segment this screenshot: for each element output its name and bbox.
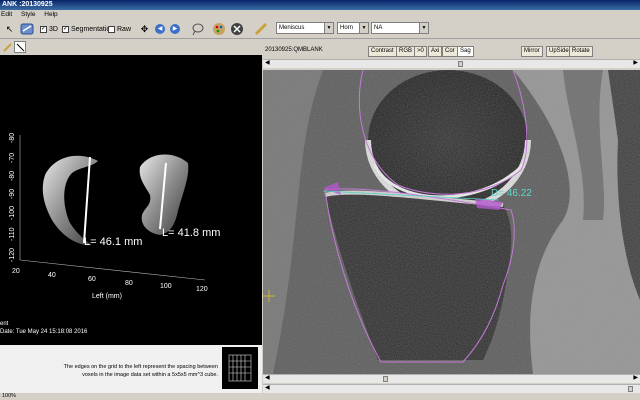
menu-bar: Edit Style Help — [0, 10, 640, 19]
part-select[interactable]: Horn ▼ — [337, 22, 369, 34]
lasso-icon — [192, 23, 204, 36]
palette-button[interactable] — [212, 22, 226, 36]
palette-icon — [213, 23, 225, 35]
z-tick-7: -120 — [9, 248, 16, 262]
z-tick-1: -80 — [9, 133, 16, 143]
mirror-button[interactable]: Mirror — [521, 46, 543, 57]
move-tool-button[interactable]: ✥ — [137, 22, 152, 36]
render-info-line2: Date: Tue May 24 15:18:08 2016 — [0, 329, 88, 335]
cursor-tool-button[interactable]: ↖ — [2, 22, 17, 36]
scroll-left-icon: ◀ — [265, 385, 270, 391]
pencil-icon — [3, 43, 12, 52]
render-info-line1: ent — [0, 321, 9, 327]
mri-view-header: 20130925:QMBLANK Contrast RGB >0 Axi Cor… — [263, 44, 640, 58]
sagittal-button[interactable]: Sag — [457, 46, 474, 57]
ruler-icon — [254, 22, 268, 36]
mri-view-title: 20130925:QMBLANK — [265, 47, 323, 53]
rgb-button[interactable]: RGB — [396, 46, 416, 57]
x-tick-6: 120 — [196, 286, 208, 293]
z-tick-5: -100 — [9, 206, 16, 220]
voxel-grid-icon — [228, 354, 252, 382]
ruler-tool-button[interactable] — [254, 22, 268, 36]
checkbox-raw[interactable] — [108, 25, 115, 33]
scroll-thumb[interactable] — [383, 376, 388, 382]
z-tick-6: -110 — [9, 227, 16, 241]
next-button[interactable]: ▶ — [170, 22, 180, 36]
window-title: ANK :20130925 — [2, 1, 53, 8]
grid-thumbnail — [222, 347, 258, 389]
title-bar: ANK :20130925 — [0, 0, 640, 10]
zoom-level: 100% — [2, 393, 17, 399]
info-panel: The edges on the grid to the left repres… — [0, 345, 262, 393]
status-bar: 100% — [0, 393, 640, 400]
x-tick-2: 40 — [48, 272, 56, 279]
info-text-line2: voxels in the image data set within a 5x… — [82, 372, 218, 378]
diagonal-line-icon — [16, 43, 25, 52]
menu-help[interactable]: Help — [44, 11, 57, 18]
arrow-right-icon: ▶ — [170, 24, 180, 34]
structure-select[interactable]: Meniscus ▼ — [276, 22, 334, 34]
pointer-icon: ↖ — [5, 23, 14, 34]
info-text: The edges on the grid to the left repres… — [28, 363, 218, 379]
scroll-right-icon: ▶ — [633, 375, 638, 381]
pencil-tool-button[interactable] — [3, 42, 13, 52]
scroll-left-icon: ◀ — [265, 375, 270, 381]
main-toolbar: ↖ ✓ 3D ✓ Segmentation Raw ✥ ◀ ▶ Meniscus… — [0, 19, 640, 39]
line-tool-button[interactable] — [14, 41, 26, 53]
checkbox-3d-label: 3D — [49, 25, 58, 33]
axial-button[interactable]: Axi — [428, 46, 443, 57]
render-3d-canvas: -80 -70 -80 -90 -100 -110 -120 20 40 60 … — [0, 133, 220, 335]
x-tick-4: 80 — [125, 280, 133, 287]
top-slice-slider[interactable]: ◀ ▶ — [263, 59, 640, 68]
mri-image-viewer[interactable]: D= 46.22 — [263, 70, 640, 374]
chevron-down-icon: ▼ — [324, 23, 333, 33]
info-text-line1: The edges on the grid to the left repres… — [63, 364, 218, 370]
render-3d-viewer[interactable]: -80 -70 -80 -90 -100 -110 -120 20 40 60 … — [0, 55, 262, 345]
bottom-zoom-slider[interactable]: ◀ — [263, 384, 640, 393]
close-circle-icon — [231, 23, 243, 35]
app-window: ANK :20130925 Edit Style Help ↖ ✓ 3D ✓ S… — [0, 0, 640, 400]
x-tick-3: 60 — [88, 276, 96, 283]
zoom-thumb[interactable] — [628, 386, 633, 392]
mri-canvas: D= 46.22 — [263, 70, 640, 374]
z-tick-4: -90 — [9, 189, 16, 199]
mri-measurement-label: D= 46.22 — [491, 188, 532, 199]
previous-button[interactable]: ◀ — [155, 22, 165, 36]
chevron-down-icon: ▼ — [359, 23, 368, 33]
checkbox-3d[interactable]: ✓ — [40, 25, 47, 33]
left-tool-row — [0, 40, 262, 55]
x-tick-1: 20 — [12, 268, 20, 275]
lasso-tool-button[interactable] — [190, 22, 204, 36]
rotate-button[interactable]: Rotate — [569, 46, 593, 57]
measurement-left-label: L= 46.1 mm — [84, 236, 142, 248]
structure-select-value: Meniscus — [279, 25, 305, 31]
measurement-right-label: L= 41.8 mm — [162, 227, 220, 239]
chevron-down-icon: ▼ — [419, 23, 428, 33]
checkbox-segmentation[interactable]: ✓ — [62, 25, 69, 33]
z-tick-2: -70 — [9, 153, 16, 163]
coronal-button[interactable]: Cor — [442, 46, 458, 57]
scroll-left-icon: ◀ — [265, 60, 270, 66]
move-arrows-icon: ✥ — [140, 23, 149, 34]
bottom-horizontal-scroll[interactable]: ◀ ▶ — [263, 374, 640, 383]
z-tick-3: -80 — [9, 171, 16, 181]
x-tick-5: 100 — [160, 283, 172, 290]
contrast-button[interactable]: Contrast — [368, 46, 397, 57]
slider-thumb[interactable] — [458, 61, 463, 67]
compartment-select-value: NA — [374, 25, 383, 31]
upside-button[interactable]: UpSide — [546, 46, 572, 57]
part-select-value: Horn — [340, 25, 354, 31]
menu-edit[interactable]: Edit — [1, 11, 12, 18]
scroll-right-icon: ▶ — [633, 60, 638, 66]
ribbon-icon — [20, 23, 34, 35]
threshold-button[interactable]: >0 — [414, 46, 427, 57]
menu-style[interactable]: Style — [21, 11, 35, 18]
x-axis-label: Left (mm) — [92, 293, 122, 300]
load-button[interactable] — [20, 22, 34, 36]
close-tool-button[interactable] — [230, 22, 244, 36]
checkbox-raw-label: Raw — [117, 25, 132, 33]
compartment-select[interactable]: NA ▼ — [371, 22, 429, 34]
arrow-left-icon: ◀ — [155, 24, 165, 34]
